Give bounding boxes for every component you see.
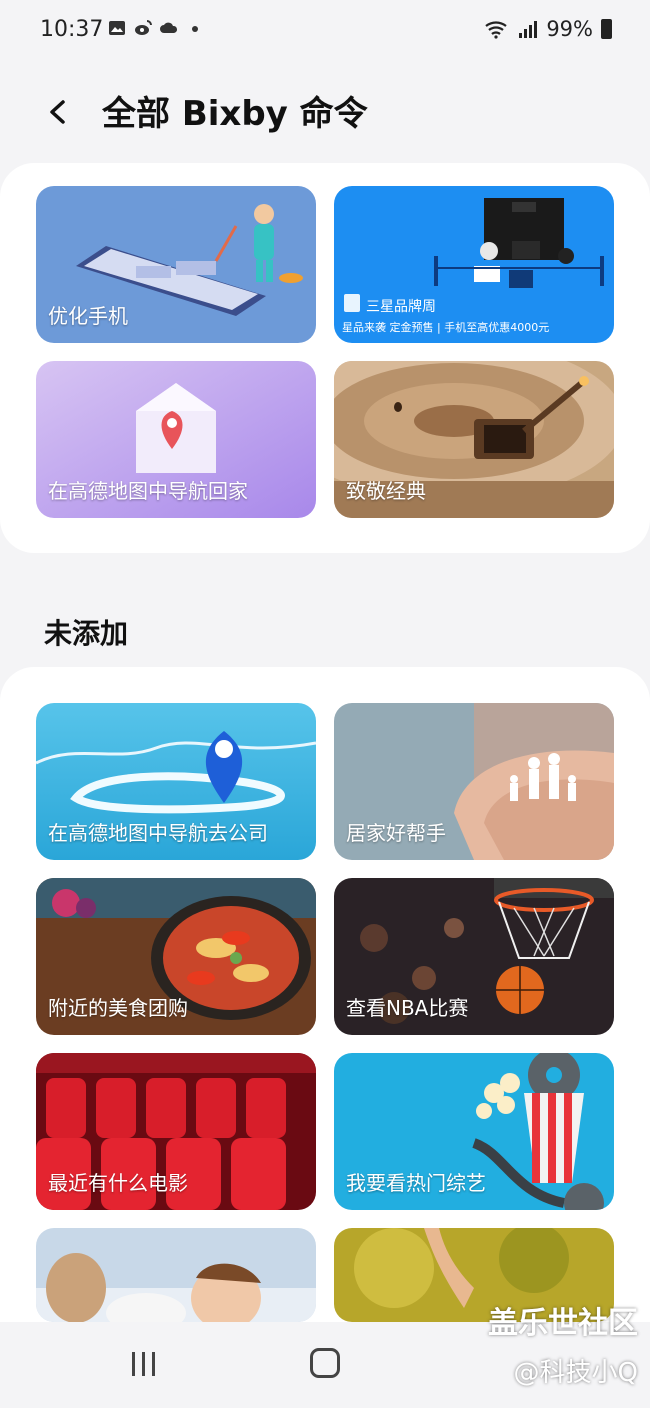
status-right: 99% bbox=[484, 17, 612, 41]
app-header: 全部 Bixby 命令 bbox=[0, 70, 650, 150]
watermark-community: 盖乐世社区 bbox=[488, 1306, 638, 1341]
wifi-icon bbox=[485, 21, 507, 39]
card-label: 优化手机 bbox=[48, 304, 128, 328]
card-label: 附近的美食团购 bbox=[48, 996, 188, 1020]
command-card-home-helper[interactable]: 居家好帮手 bbox=[334, 703, 614, 860]
gallery-icon bbox=[109, 21, 125, 35]
card-label: 最近有什么电影 bbox=[48, 1171, 188, 1195]
dot-icon bbox=[192, 26, 198, 32]
command-card-nba-games[interactable]: 查看NBA比赛 bbox=[334, 878, 614, 1035]
command-card-navigate-home[interactable]: 在高德地图中导航回家 bbox=[36, 361, 316, 518]
card-label: 致敬经典 bbox=[346, 479, 426, 503]
cloud-icon bbox=[160, 22, 178, 33]
home-button[interactable] bbox=[310, 1348, 340, 1378]
signal-icon bbox=[519, 21, 538, 38]
command-card-samsung-brand-week[interactable]: 三星品牌周 星品来袭 定金预售 | 手机至高优惠4000元 bbox=[334, 186, 614, 343]
command-card-food-deals[interactable]: 附近的美食团购 bbox=[36, 878, 316, 1035]
page-title: 全部 Bixby 命令 bbox=[102, 94, 368, 134]
command-card-hot-variety[interactable]: 我要看热门综艺 bbox=[334, 1053, 614, 1210]
command-card-navigate-work[interactable]: 在高德地图中导航去公司 bbox=[36, 703, 316, 860]
banner-title: 三星品牌周 bbox=[366, 299, 436, 315]
battery-icon bbox=[601, 19, 612, 39]
notification-icons bbox=[108, 19, 204, 37]
battery-percent: 99% bbox=[546, 17, 593, 41]
status-time: 10:37 bbox=[40, 17, 104, 42]
back-button[interactable] bbox=[30, 84, 86, 140]
command-card-tribute-classics[interactable]: 致敬经典 bbox=[334, 361, 614, 518]
recent-apps-button[interactable] bbox=[128, 1350, 160, 1378]
banner-subtitle: 星品来袭 定金预售 | 手机至高优惠4000元 bbox=[342, 321, 550, 334]
card-label: 在高德地图中导航回家 bbox=[48, 479, 248, 503]
card-label: 查看NBA比赛 bbox=[346, 996, 469, 1020]
card-label: 在高德地图中导航去公司 bbox=[48, 821, 268, 845]
command-card-optimize-phone[interactable]: 优化手机 bbox=[36, 186, 316, 343]
command-card-sleep[interactable] bbox=[36, 1228, 316, 1322]
card-label: 居家好帮手 bbox=[346, 821, 446, 845]
command-card-recent-movies[interactable]: 最近有什么电影 bbox=[36, 1053, 316, 1210]
section-title-not-added: 未添加 bbox=[44, 617, 129, 650]
weibo-icon bbox=[135, 20, 152, 35]
sleeping-child-image bbox=[36, 1228, 316, 1322]
card-label: 我要看热门综艺 bbox=[346, 1171, 486, 1195]
status-bar: 10:37 99% bbox=[0, 0, 650, 62]
watermark-author: @科技小Q bbox=[513, 1358, 638, 1388]
